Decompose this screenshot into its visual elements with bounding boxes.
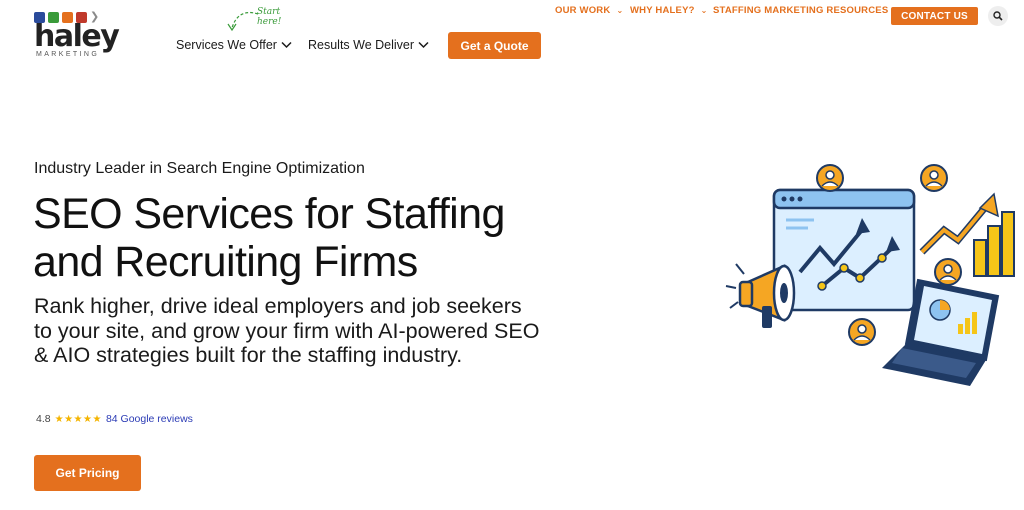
util-nav-label: STAFFING MARKETING RESOURCES bbox=[713, 5, 889, 16]
nav-services-we-offer[interactable]: Services We Offer bbox=[176, 38, 292, 52]
start-here-annotation: Start here! bbox=[224, 4, 304, 34]
chevron-down-icon: ⌄ bbox=[616, 6, 624, 15]
hero-section: Industry Leader in Search Engine Optimiz… bbox=[0, 70, 1024, 510]
user-avatar-icon bbox=[816, 164, 844, 192]
logo-wordmark: haley bbox=[34, 19, 120, 54]
nav-label: Services We Offer bbox=[176, 38, 277, 52]
seo-marketing-illustration bbox=[725, 164, 1015, 386]
user-avatar-icon bbox=[934, 258, 962, 286]
nav-results-we-deliver[interactable]: Results We Deliver bbox=[308, 38, 429, 52]
google-reviews-link[interactable]: 84 Google reviews bbox=[106, 413, 193, 425]
google-rating: 4.8 ★★★★★ 84 Google reviews bbox=[36, 413, 193, 425]
util-nav-staffing-resources[interactable]: STAFFING MARKETING RESOURCES ⌄ bbox=[713, 5, 901, 16]
get-pricing-button[interactable]: Get Pricing bbox=[34, 455, 141, 491]
site-header: ❯ haley MARKETING Start here! OUR WORK ⌄… bbox=[0, 0, 1024, 70]
search-icon bbox=[993, 11, 1003, 21]
bar-chart-icon bbox=[973, 211, 1015, 277]
util-nav-our-work[interactable]: OUR WORK ⌄ bbox=[555, 5, 623, 16]
megaphone-icon bbox=[725, 263, 796, 328]
chevron-down-icon: ⌄ bbox=[700, 6, 708, 15]
haley-marketing-logo[interactable]: ❯ haley MARKETING bbox=[34, 12, 124, 58]
star-rating-icon: ★★★★★ bbox=[54, 413, 102, 425]
hero-headline-line: SEO Services for Staffing bbox=[33, 190, 505, 238]
user-avatar-icon bbox=[920, 164, 948, 192]
hero-eyebrow: Industry Leader in Search Engine Optimiz… bbox=[34, 160, 365, 177]
start-here-text: Start here! bbox=[257, 7, 282, 27]
contact-us-button[interactable]: CONTACT US bbox=[891, 7, 978, 25]
caret-down-icon bbox=[418, 41, 429, 49]
util-nav-why-haley[interactable]: WHY HALEY? ⌄ bbox=[630, 5, 708, 16]
util-nav-label: WHY HALEY? bbox=[630, 5, 695, 16]
user-avatar-icon bbox=[848, 318, 876, 346]
get-a-quote-button[interactable]: Get a Quote bbox=[448, 32, 541, 59]
hero-headline: SEO Services for Staffing and Recruiting… bbox=[33, 190, 593, 286]
nav-label: Results We Deliver bbox=[308, 38, 415, 52]
hero-subhead: Rank higher, drive ideal employers and j… bbox=[34, 294, 540, 367]
hero-headline-line: and Recruiting Firms bbox=[33, 238, 418, 286]
search-button[interactable] bbox=[988, 6, 1008, 26]
caret-down-icon bbox=[281, 41, 292, 49]
rating-score: 4.8 bbox=[36, 413, 51, 425]
util-nav-label: OUR WORK bbox=[555, 5, 611, 16]
